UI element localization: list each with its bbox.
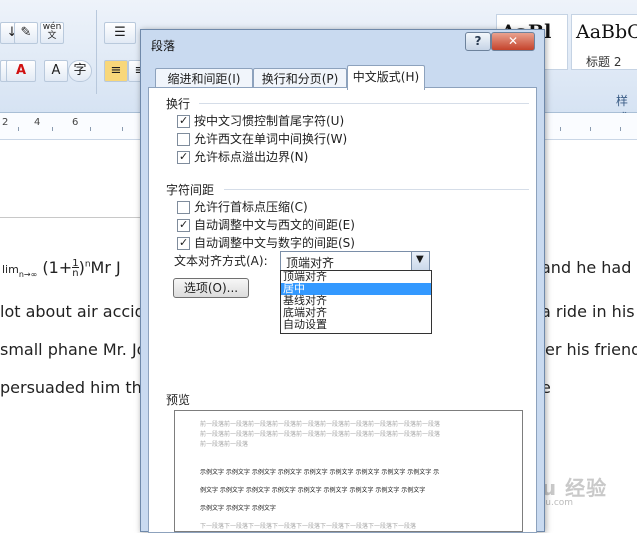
- document-line-4: persuaded him tha: [0, 378, 152, 397]
- clear-format-icon[interactable]: ✎: [14, 22, 38, 44]
- checkbox-label: 按中文习惯控制首尾字符(U): [194, 114, 345, 128]
- preview-prev-paragraph: 前一段落前一段落: [200, 441, 249, 448]
- document-line-1: limn→∞ (1+1 n)nMr J: [2, 258, 121, 279]
- dialog-title: 段落: [151, 39, 176, 53]
- checkmark-icon: ✓: [179, 236, 189, 249]
- preview-label: 预览: [166, 393, 191, 407]
- checkbox-label: 允许标点溢出边界(N): [194, 150, 309, 164]
- checkbox-label: 自动调整中文与西文的间距(E): [194, 218, 355, 232]
- options-button[interactable]: 选项(O)...: [173, 278, 249, 298]
- formula-open: (1+: [42, 258, 73, 277]
- group-divider: [199, 103, 529, 104]
- preview-box: 前一段落前一段落前一段落前一段落前一段落前一段落前一段落前一段落前一段落前一段落…: [174, 410, 523, 532]
- help-button[interactable]: ?: [465, 32, 491, 51]
- preview-sample-text: 示例文字 示例文字 示例文字 示例文字 示例文字 示例文字 示例文字 示例文字 …: [200, 469, 440, 476]
- enclose-char-icon[interactable]: 字: [68, 60, 92, 82]
- document-line-3: small phane Mr. Jol: [0, 340, 151, 359]
- preview-prev-paragraph: 前一段落前一段落前一段落前一段落前一段落前一段落前一段落前一段落前一段落前一段落: [200, 431, 441, 438]
- group-divider: [224, 189, 529, 190]
- align-option-auto[interactable]: 自动设置: [281, 319, 431, 331]
- font-color-icon[interactable]: A: [6, 60, 36, 82]
- document-text: Mr J: [90, 258, 121, 277]
- text-alignment-select[interactable]: 顶端对齐 ▼: [280, 251, 430, 272]
- dropdown-button[interactable]: ▼: [411, 252, 429, 271]
- group-label-char-spacing: 字符间距: [166, 183, 215, 197]
- ruler-tick: [18, 127, 19, 131]
- chevron-down-icon: ▼: [416, 254, 424, 265]
- ruler-tick: [560, 127, 561, 131]
- checkbox-label: 允许西文在单词中间换行(W): [194, 132, 348, 146]
- ruler-tick: [90, 127, 91, 131]
- checkbox-box[interactable]: ✓: [177, 218, 190, 232]
- align-left-icon[interactable]: ≡: [104, 60, 128, 82]
- bullets-icon[interactable]: ☰: [104, 22, 136, 44]
- ribbon-divider: [96, 10, 97, 94]
- ruler-number: 6: [72, 117, 79, 128]
- checkbox-label: 允许行首标点压缩(C): [194, 200, 308, 214]
- checkbox-box[interactable]: ✓: [177, 150, 190, 164]
- preview-sample-text: 例文字 示例文字 示例文字 示例文字 示例文字 示例文字 示例文字 示例文字 示…: [200, 487, 426, 494]
- document-text-right: and he had re: [541, 258, 637, 277]
- ruler-number: 4: [34, 117, 41, 128]
- tab-asian-typography[interactable]: 中文版式(H): [347, 65, 425, 90]
- document-text-right: a ride in his: [541, 302, 635, 321]
- close-button[interactable]: ✕: [491, 32, 535, 51]
- tab-indents-spacing[interactable]: 缩进和间距(I): [155, 68, 253, 89]
- text-alignment-listbox: 顶端对齐 居中 基线对齐 底端对齐 自动设置: [280, 270, 432, 334]
- margin-guide: [0, 217, 155, 218]
- ruler-tick: [590, 127, 591, 131]
- dialog-titlebar[interactable]: 段落 ? ✕: [141, 30, 544, 58]
- preview-sample-text: 示例文字 示例文字 示例文字: [200, 505, 276, 512]
- ruler-tick: [52, 127, 53, 131]
- ruler-tick: [620, 127, 621, 131]
- checkbox-label: 自动调整中文与数字的间距(S): [194, 236, 355, 250]
- style-sample-heading2[interactable]: AaBbC 标题 2: [571, 14, 637, 70]
- char-shading-icon[interactable]: A: [44, 60, 68, 82]
- checkmark-icon: ✓: [179, 218, 189, 231]
- checkbox-box[interactable]: ✓: [177, 114, 190, 128]
- checkbox-box[interactable]: [177, 133, 190, 146]
- group-label-line-break: 换行: [166, 97, 191, 111]
- checkmark-icon: ✓: [179, 150, 189, 163]
- ruler-tick: [122, 127, 123, 131]
- preview-next-paragraph: 下一段落下一段落下一段落下一段落下一段落下一段落下一段落下一段落下一段落: [200, 523, 417, 530]
- phonetic-guide-icon[interactable]: wén 文: [40, 22, 64, 44]
- text-alignment-label: 文本对齐方式(A):: [174, 254, 268, 268]
- tab-line-page-breaks[interactable]: 换行和分页(P): [253, 68, 347, 89]
- formula-lim: lim: [2, 263, 19, 276]
- checkmark-icon: ✓: [179, 114, 189, 127]
- ruler-number: 2: [2, 117, 9, 128]
- checkbox-box[interactable]: ✓: [177, 236, 190, 250]
- text-alignment-value: 顶端对齐: [286, 256, 335, 270]
- paragraph-dialog: 段落 ? ✕ 缩进和间距(I) 换行和分页(P) 中文版式(H) 换行 ✓ 按中…: [140, 29, 545, 533]
- preview-prev-paragraph: 前一段落前一段落前一段落前一段落前一段落前一段落前一段落前一段落前一段落前一段落: [200, 421, 441, 428]
- formula-sub: n→∞: [18, 270, 38, 280]
- checkbox-box[interactable]: [177, 201, 190, 214]
- document-line-2: lot about air accide: [0, 302, 155, 321]
- document-text-right: er his friend: [545, 340, 637, 359]
